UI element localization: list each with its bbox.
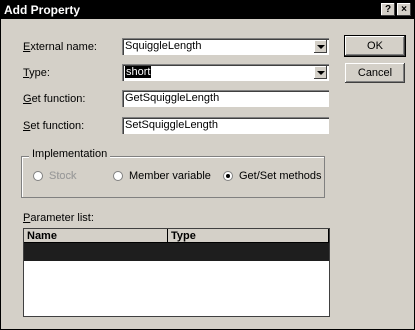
- chevron-down-icon[interactable]: [314, 66, 327, 79]
- cancel-button[interactable]: Cancel: [345, 63, 405, 83]
- set-function-input[interactable]: SetSquiggleLength: [122, 117, 329, 134]
- radio-icon: [113, 171, 123, 181]
- radio-selected-icon: [223, 171, 233, 181]
- set-function-label: Set function:: [23, 120, 85, 132]
- get-function-label: Get function:: [23, 93, 86, 105]
- type-combo[interactable]: short: [122, 64, 329, 81]
- get-function-input[interactable]: GetSquiggleLength: [122, 90, 329, 107]
- type-value: short: [125, 66, 152, 78]
- external-name-label: External name:: [23, 41, 97, 53]
- type-label: Type:: [23, 67, 50, 79]
- title-bar: Add Property ? ×: [1, 1, 414, 19]
- add-property-dialog: Add Property ? × External name: Squiggle…: [0, 0, 415, 330]
- implementation-title: Implementation: [29, 148, 111, 160]
- radio-get-set-methods[interactable]: Get/Set methods: [223, 170, 322, 182]
- close-button[interactable]: ×: [397, 3, 411, 16]
- parameter-list-label: Parameter list:: [23, 212, 94, 224]
- external-name-value: SquiggleLength: [125, 40, 202, 52]
- external-name-combo[interactable]: SquiggleLength: [122, 38, 329, 55]
- list-item[interactable]: [24, 243, 329, 261]
- ok-button[interactable]: OK: [344, 35, 406, 57]
- radio-icon: [33, 171, 43, 181]
- radio-member-variable[interactable]: Member variable: [113, 170, 211, 182]
- window-title: Add Property: [4, 3, 81, 17]
- help-button[interactable]: ?: [381, 3, 395, 16]
- parameter-list-header: Name Type: [24, 229, 329, 243]
- parameter-list[interactable]: Name Type: [23, 228, 330, 317]
- column-type-header[interactable]: Type: [168, 229, 329, 243]
- radio-stock[interactable]: Stock: [33, 170, 77, 182]
- column-name-header[interactable]: Name: [24, 229, 168, 243]
- chevron-down-icon[interactable]: [314, 40, 327, 53]
